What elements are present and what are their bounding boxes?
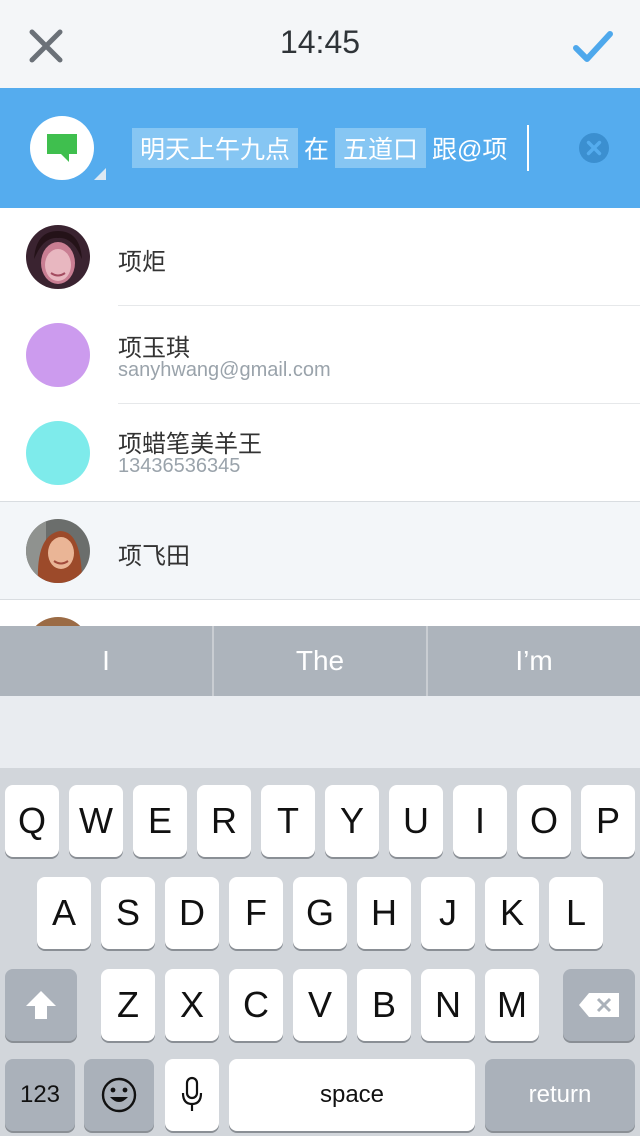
message-icon <box>47 134 77 162</box>
avatar <box>26 421 90 485</box>
parsed-time-token[interactable]: 明天上午九点 <box>132 128 299 168</box>
key-z[interactable]: Z <box>101 969 155 1041</box>
suggestion-item[interactable]: I <box>0 626 214 696</box>
avatar <box>26 519 90 583</box>
key-l[interactable]: L <box>549 877 603 949</box>
keyboard: Q W E R T Y U I O P A S D F G H J K L Z … <box>0 768 640 1136</box>
avatar <box>26 617 90 626</box>
suggestion-item[interactable]: I’m <box>428 626 640 696</box>
check-icon <box>573 31 613 62</box>
predictive-bar: I The I’m <box>0 626 640 696</box>
return-key[interactable]: return <box>485 1059 635 1131</box>
key-r[interactable]: R <box>197 785 251 857</box>
contact-row[interactable]: 项飞田 <box>0 502 640 600</box>
backspace-key[interactable] <box>563 969 635 1041</box>
contact-row[interactable]: 项炬 <box>0 208 640 306</box>
key-v[interactable]: V <box>293 969 347 1041</box>
compose-bar: 明天上午九点 在 五道口 跟@项 <box>0 88 640 208</box>
dictation-key[interactable] <box>165 1059 219 1131</box>
backspace-icon <box>579 993 619 1017</box>
numbers-key[interactable]: 123 <box>5 1059 75 1131</box>
key-s[interactable]: S <box>101 877 155 949</box>
compose-text: 在 <box>304 136 330 164</box>
key-m[interactable]: M <box>485 969 539 1041</box>
key-p[interactable]: P <box>581 785 635 857</box>
contact-email: sanyhwang@gmail.com <box>118 359 331 381</box>
top-bar: 14:45 <box>0 0 640 88</box>
contact-row[interactable]: 项玉琪 sanyhwang@gmail.com <box>0 306 640 404</box>
emoji-icon <box>101 1077 137 1113</box>
confirm-button[interactable] <box>572 26 614 66</box>
microphone-icon <box>181 1076 203 1111</box>
contact-list: 项炬 项玉琪 sanyhwang@gmail.com 项蜡笔美羊王 134365… <box>0 208 640 626</box>
contact-name: 项蜡笔美羊王 <box>118 431 262 458</box>
clear-circle-icon <box>579 133 609 163</box>
space-key[interactable]: space <box>229 1059 475 1131</box>
compose-input[interactable]: 明天上午九点 在 五道口 跟@项 <box>132 125 530 171</box>
key-f[interactable]: F <box>229 877 283 949</box>
avatar <box>26 225 90 289</box>
contact-name: 项玉琪 <box>118 335 190 362</box>
key-h[interactable]: H <box>357 877 411 949</box>
contact-name: 项飞田 <box>118 543 190 570</box>
shift-key[interactable] <box>5 969 77 1041</box>
key-j[interactable]: J <box>421 877 475 949</box>
key-x[interactable]: X <box>165 969 219 1041</box>
emoji-key[interactable] <box>84 1059 154 1131</box>
suggestion-item[interactable]: The <box>214 626 428 696</box>
contact-row[interactable] <box>0 600 640 626</box>
contact-row[interactable]: 项蜡笔美羊王 13436536345 <box>0 404 640 502</box>
key-o[interactable]: O <box>517 785 571 857</box>
item-type-button[interactable] <box>30 116 94 180</box>
badge-corner-indicator <box>94 168 106 180</box>
key-c[interactable]: C <box>229 969 283 1041</box>
key-u[interactable]: U <box>389 785 443 857</box>
contact-phone: 13436536345 <box>118 455 241 477</box>
key-t[interactable]: T <box>261 785 315 857</box>
key-e[interactable]: E <box>133 785 187 857</box>
key-i[interactable]: I <box>453 785 507 857</box>
contact-name: 项炬 <box>118 249 166 276</box>
compose-text: 跟@项 <box>432 136 508 164</box>
key-w[interactable]: W <box>69 785 123 857</box>
key-k[interactable]: K <box>485 877 539 949</box>
key-n[interactable]: N <box>421 969 475 1041</box>
key-a[interactable]: A <box>37 877 91 949</box>
key-b[interactable]: B <box>357 969 411 1041</box>
key-d[interactable]: D <box>165 877 219 949</box>
key-y[interactable]: Y <box>325 785 379 857</box>
shift-icon <box>26 991 56 1019</box>
keyboard-spacer <box>0 696 640 768</box>
clear-button[interactable] <box>578 132 610 164</box>
status-time: 14:45 <box>279 24 361 60</box>
text-cursor <box>527 125 530 171</box>
key-q[interactable]: Q <box>5 785 59 857</box>
avatar <box>26 323 90 387</box>
key-g[interactable]: G <box>293 877 347 949</box>
parsed-location-token[interactable]: 五道口 <box>335 128 427 168</box>
